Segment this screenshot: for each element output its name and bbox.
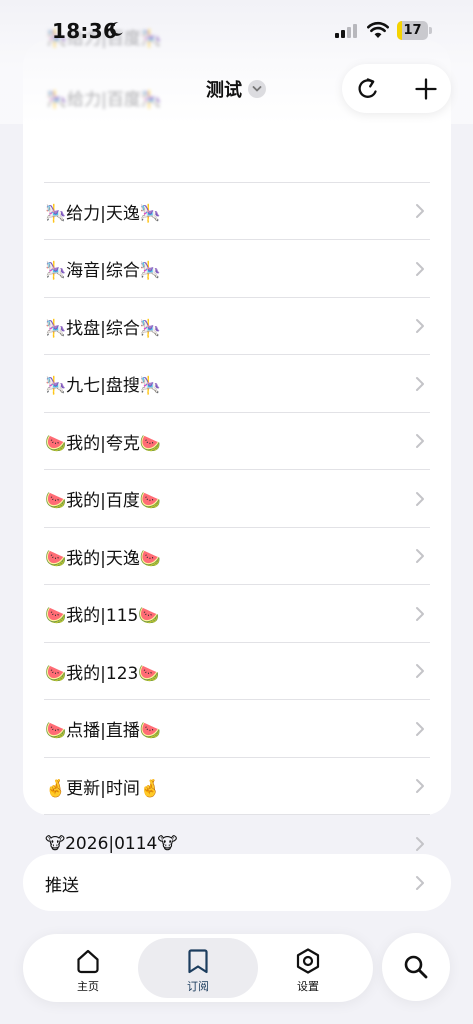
chevron-right-icon [416,606,424,621]
list-item[interactable]: 🍉我的|百度🍉 [23,470,451,528]
nav-action-group [342,64,451,113]
search-icon [404,955,428,979]
chevron-right-icon [416,836,424,851]
list-item[interactable]: 🎠找盘|综合🎠 [23,298,451,356]
status-bar: 18:36 17 [0,0,473,58]
list-item[interactable]: 🍉我的|115🍉 [23,585,451,643]
chevron-right-icon [416,664,424,679]
list-item[interactable]: 🍉我的|夸克🍉 [23,413,451,471]
tab-subscriptions[interactable]: 订阅 [138,938,258,998]
home-icon [77,949,99,974]
list-item-label: 🎠九七|盘搜🎠 [45,376,162,397]
chevron-right-icon [416,491,424,506]
list-item-label: 🎠海音|综合🎠 [45,261,162,282]
page-title: 测试 [206,80,242,101]
list-item[interactable]: 🍉我的|123🍉 [23,643,451,701]
plus-icon [415,78,437,100]
list-item-label: 🤞更新|时间🤞 [45,778,162,799]
chevron-right-icon [416,876,424,890]
list-item[interactable]: 🎠九七|盘搜🎠 [23,355,451,413]
list-item[interactable]: 🍉我的|天逸🍉 [23,528,451,586]
push-label: 推送 [45,876,79,896]
list-item[interactable]: 🍉点播|直播🍉 [23,700,451,758]
tab-label: 主页 [77,980,99,993]
battery-icon: 17 [397,21,433,40]
hexagon-settings-icon [296,948,320,974]
chevron-right-icon [416,779,424,794]
refresh-button[interactable] [355,76,381,102]
tab-bar: 主页 订阅 设置 [23,934,373,1002]
chevron-right-icon [416,204,424,219]
list-item-label: 🍉点播|直播🍉 [45,721,162,742]
list-item-label: 🎠找盘|综合🎠 [45,318,162,339]
tab-label: 设置 [297,980,319,993]
refresh-icon [358,78,377,98]
screen: 🎠给力|天逸🎠 🎠海音|综合🎠 🎠找盘|综合🎠 🎠九七|盘搜🎠 🍉我的|夸克🍉 🍉我的|百… [0,0,473,1024]
wifi-icon [367,22,389,38]
list-item-label: 🎠给力|天逸🎠 [45,203,162,224]
subscription-list-card: 🎠给力|天逸🎠 🎠海音|综合🎠 🎠找盘|综合🎠 🎠九七|盘搜🎠 🍉我的|夸克🍉 🍉我的|百… [23,40,451,854]
list-item[interactable]: 🎠给力|天逸🎠 [23,183,451,241]
chevron-right-icon [416,376,424,391]
search-button[interactable] [382,933,450,1001]
list-item-label: 🍉我的|天逸🍉 [45,548,162,569]
chevron-right-icon [416,261,424,276]
tab-label: 订阅 [187,980,209,993]
title-dropdown[interactable]: 测试 [206,77,266,101]
chevron-right-icon [416,319,424,334]
list-item-label: 🍉我的|115🍉 [45,606,160,627]
list-item-label: 🍉我的|123🍉 [45,663,160,684]
scrolled-list-item: 🎠给力|百度🎠 [46,90,163,110]
list-item-label: 🍉我的|夸克🍉 [45,433,162,454]
chevron-right-icon [416,434,424,449]
chevron-right-icon [416,549,424,564]
list-item[interactable]: 🤞更新|时间🤞 [23,758,451,816]
tab-home[interactable]: 主页 [28,938,148,998]
moon-icon [109,22,123,36]
tab-settings[interactable]: 设置 [248,938,368,998]
list-item-label: 🐮2026|0114🐮 [45,833,178,854]
add-button[interactable] [413,76,439,102]
cellular-signal-icon [335,24,357,38]
list-item[interactable]: 🎠海音|综合🎠 [23,240,451,298]
chevron-down-icon [248,80,266,98]
chevron-right-icon [416,721,424,736]
battery-level: 17 [403,23,422,38]
bookmark-icon [188,949,208,974]
list-item-label: 🍉我的|百度🍉 [45,491,162,512]
list-item[interactable]: 🐮2026|0114🐮 [23,815,451,873]
